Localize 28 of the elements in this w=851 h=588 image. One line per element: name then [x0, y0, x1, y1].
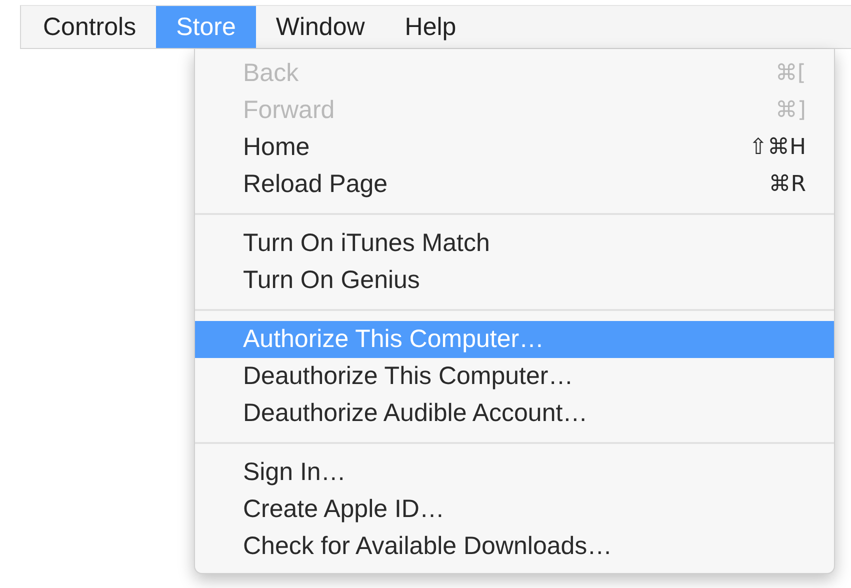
menu-item-label: Turn On iTunes Match: [243, 229, 490, 258]
menu-item-label: Sign In…: [243, 458, 346, 487]
menu-item-label: Turn On Genius: [243, 266, 420, 295]
keyboard-shortcut: ⇧⌘H: [749, 135, 806, 160]
menu-item[interactable]: Turn On iTunes Match: [195, 225, 834, 262]
menu-item[interactable]: Check for Available Downloads…: [195, 528, 834, 565]
menu-item-label: Authorize This Computer…: [243, 325, 544, 354]
menu-item[interactable]: Deauthorize Audible Account…: [195, 395, 834, 432]
menu-item[interactable]: Create Apple ID…: [195, 491, 834, 528]
menu-bar-item[interactable]: Window: [256, 6, 385, 48]
menu-item-label: Home: [243, 133, 310, 162]
menu-bar-item[interactable]: Help: [384, 6, 476, 48]
menu-item-label: Check for Available Downloads…: [243, 532, 612, 561]
menu-item-label: Create Apple ID…: [243, 495, 444, 524]
menu-item[interactable]: Deauthorize This Computer…: [195, 358, 834, 395]
menu-item-label: Reload Page: [243, 170, 388, 199]
menu-item[interactable]: Home ⇧⌘H: [195, 129, 834, 166]
keyboard-shortcut: ⌘]: [775, 98, 806, 123]
menu-bar-item[interactable]: Controls: [23, 6, 156, 48]
menu-item[interactable]: Sign In…: [195, 454, 834, 491]
menu-item-label: Back: [243, 59, 299, 88]
menu-item[interactable]: Turn On Genius: [195, 262, 834, 299]
menu-item[interactable]: Reload Page ⌘R: [195, 166, 834, 203]
menu-item-label: Deauthorize Audible Account…: [243, 399, 588, 428]
menu-item-label: Forward: [243, 96, 335, 125]
keyboard-shortcut: ⌘[: [775, 61, 806, 86]
keyboard-shortcut: ⌘R: [768, 172, 806, 197]
menu-item-label: Deauthorize This Computer…: [243, 362, 574, 391]
